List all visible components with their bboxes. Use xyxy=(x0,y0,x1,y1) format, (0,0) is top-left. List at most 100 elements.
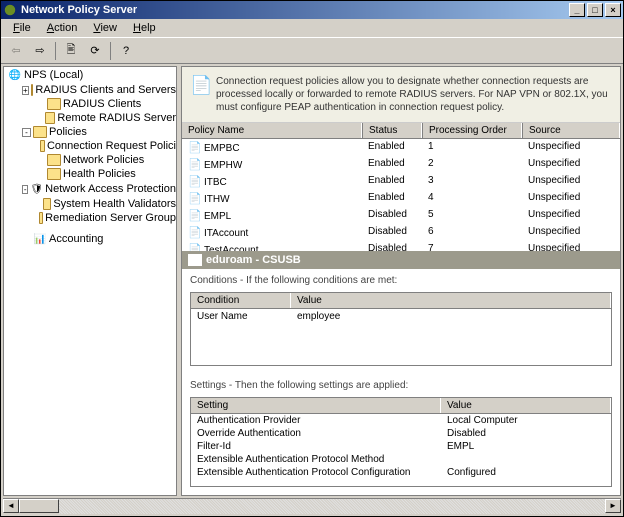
col-source[interactable]: Source xyxy=(522,123,620,138)
tree-crp[interactable]: Connection Request Polici xyxy=(4,140,176,152)
col-order[interactable]: Processing Order xyxy=(422,123,522,138)
forward-button[interactable]: ⇨ xyxy=(29,40,51,62)
export-button[interactable]: 🖹 xyxy=(60,40,82,62)
col-condition[interactable]: Condition xyxy=(191,293,291,308)
window-title: Network Policy Server xyxy=(21,4,137,16)
policy-icon xyxy=(188,254,202,266)
folder-icon xyxy=(47,168,61,180)
policy-item-icon: 📄 xyxy=(188,209,202,221)
tree-label: Health Policies xyxy=(63,168,136,180)
section-title: eduroam - CSUSB xyxy=(206,254,301,266)
maximize-button[interactable]: □ xyxy=(587,3,603,17)
help-button[interactable]: ? xyxy=(115,40,137,62)
tree-nap[interactable]: -🛡Network Access Protection xyxy=(4,182,176,196)
menu-file[interactable]: File xyxy=(5,20,39,36)
policy-row[interactable]: 📄EMPLDisabled5Unspecified xyxy=(182,207,620,224)
policy-item-icon: 📄 xyxy=(188,192,202,204)
app-icon xyxy=(3,3,17,17)
scroll-right-button[interactable]: ► xyxy=(605,499,621,513)
tree-network-policies[interactable]: Network Policies xyxy=(4,154,176,166)
back-button: ⇦ xyxy=(5,40,27,62)
tree-label: RADIUS Clients and Servers xyxy=(35,84,176,96)
export-icon: 🖹 xyxy=(67,41,76,60)
tree-remote-radius[interactable]: Remote RADIUS Server xyxy=(4,112,176,124)
tree-accounting[interactable]: 📊Accounting xyxy=(4,232,176,246)
folder-icon xyxy=(31,84,34,96)
menu-view[interactable]: View xyxy=(85,20,125,36)
policy-list[interactable]: 📄EMPBCEnabled1Unspecified📄EMPHWEnabled2U… xyxy=(182,139,620,251)
setting-row[interactable]: Extensible Authentication Protocol Metho… xyxy=(191,453,611,466)
col-value[interactable]: Value xyxy=(441,398,611,413)
col-value[interactable]: Value xyxy=(291,293,611,308)
condition-row[interactable]: User Nameemployee xyxy=(191,309,611,324)
setting-row[interactable]: Extensible Authentication Protocol Confi… xyxy=(191,466,611,479)
tree-radius[interactable]: + RADIUS Clients and Servers xyxy=(4,84,176,96)
tree-label: Remediation Server Group xyxy=(45,212,176,224)
conditions-label: Conditions - If the following conditions… xyxy=(182,269,620,290)
details-pane: 📄 Connection request policies allow you … xyxy=(181,66,621,496)
scroll-thumb[interactable] xyxy=(19,499,59,513)
tree-policies[interactable]: - Policies xyxy=(4,126,176,138)
policy-item-icon: 📄 xyxy=(188,175,202,187)
nav-tree[interactable]: 🌐NPS (Local) + RADIUS Clients and Servers… xyxy=(3,66,177,496)
conditions-header: Condition Value xyxy=(191,293,611,309)
conditions-box: Condition Value User Nameemployee xyxy=(190,292,612,367)
info-icon: 📄 xyxy=(190,75,216,114)
tree-health-policies[interactable]: Health Policies xyxy=(4,168,176,180)
scroll-track[interactable] xyxy=(59,499,605,514)
content-area: 🌐NPS (Local) + RADIUS Clients and Servers… xyxy=(1,64,623,498)
menu-action[interactable]: Action xyxy=(39,20,86,36)
minimize-button[interactable]: _ xyxy=(569,3,585,17)
policy-row[interactable]: 📄ITAccountDisabled6Unspecified xyxy=(182,224,620,241)
tree-label: Remote RADIUS Server xyxy=(57,112,176,124)
policy-row[interactable]: 📄EMPHWEnabled2Unspecified xyxy=(182,156,620,173)
refresh-button[interactable]: ⟳ xyxy=(84,40,106,62)
help-icon: ? xyxy=(123,45,129,57)
refresh-icon: ⟳ xyxy=(90,44,99,57)
close-button[interactable]: × xyxy=(605,3,621,17)
setting-row[interactable]: Override AuthenticationDisabled xyxy=(191,427,611,440)
expander-icon[interactable]: - xyxy=(22,185,28,194)
settings-box: Setting Value Authentication ProviderLoc… xyxy=(190,397,612,487)
menubar: File Action View Help xyxy=(1,19,623,38)
folder-icon xyxy=(47,154,61,166)
folder-icon xyxy=(39,212,43,224)
expander-icon[interactable]: - xyxy=(22,128,31,137)
policy-item-icon: 📄 xyxy=(188,158,202,170)
horizontal-scrollbar[interactable]: ◄ ► xyxy=(3,498,621,514)
col-setting[interactable]: Setting xyxy=(191,398,441,413)
policy-row[interactable]: 📄ITBCEnabled3Unspecified xyxy=(182,173,620,190)
arrow-left-icon: ⇦ xyxy=(11,44,20,57)
setting-row[interactable]: Filter-IdEMPL xyxy=(191,440,611,453)
tree-label: Accounting xyxy=(49,233,103,245)
expander-icon[interactable]: + xyxy=(22,86,29,95)
policy-row[interactable]: 📄EMPBCEnabled1Unspecified xyxy=(182,139,620,156)
folder-icon xyxy=(40,140,45,152)
tree-label: Connection Request Polici xyxy=(47,140,176,152)
settings-header: Setting Value xyxy=(191,398,611,414)
tree-remediation[interactable]: Remediation Server Group xyxy=(4,212,176,224)
settings-label: Settings - Then the following settings a… xyxy=(182,374,620,395)
policy-row[interactable]: 📄ITHWEnabled4Unspecified xyxy=(182,190,620,207)
toolbar-separator xyxy=(110,42,111,60)
tree-label: Policies xyxy=(49,126,87,138)
policy-list-header: Policy Name Status Processing Order Sour… xyxy=(182,123,620,139)
nps-icon: 🌐 xyxy=(8,68,22,82)
titlebar: Network Policy Server _ □ × xyxy=(1,1,623,19)
info-banner: 📄 Connection request policies allow you … xyxy=(182,67,620,123)
tree-label: Network Policies xyxy=(63,154,144,166)
policy-row[interactable]: 📄TestAccountDisabled7Unspecified xyxy=(182,241,620,251)
col-name[interactable]: Policy Name xyxy=(182,123,362,138)
tree-label: System Health Validators xyxy=(53,198,176,210)
folder-icon xyxy=(45,112,56,124)
tree-label: NPS (Local) xyxy=(24,69,83,81)
menu-help[interactable]: Help xyxy=(125,20,164,36)
tree-radius-clients[interactable]: RADIUS Clients xyxy=(4,98,176,110)
tree-label: RADIUS Clients xyxy=(63,98,141,110)
scroll-left-button[interactable]: ◄ xyxy=(3,499,19,513)
main-window: Network Policy Server _ □ × File Action … xyxy=(0,0,624,517)
tree-shv[interactable]: System Health Validators xyxy=(4,198,176,210)
setting-row[interactable]: Authentication ProviderLocal Computer xyxy=(191,414,611,427)
tree-root[interactable]: 🌐NPS (Local) xyxy=(4,68,176,82)
col-status[interactable]: Status xyxy=(362,123,422,138)
